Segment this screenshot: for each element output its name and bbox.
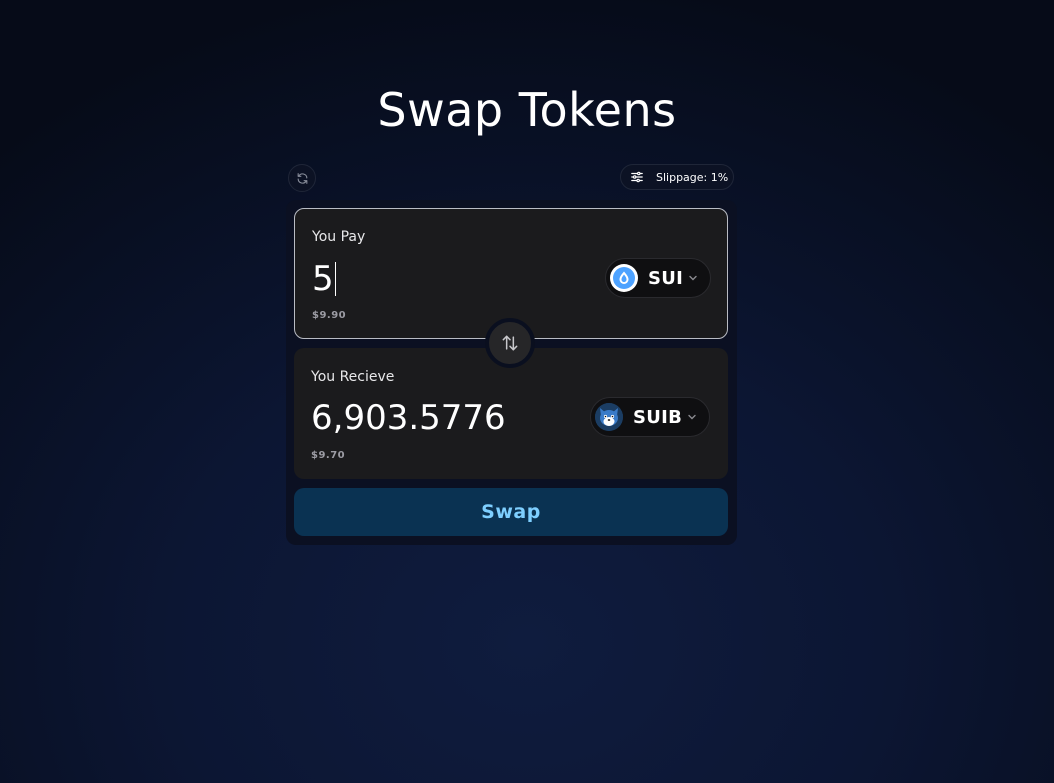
- pay-amount-input[interactable]: 5: [312, 257, 572, 301]
- swap-card: You Pay 5 $9.90 SUI You Recieve 6,903.57…: [286, 200, 737, 545]
- pay-token-select[interactable]: SUI: [605, 258, 711, 298]
- slippage-label: Slippage: 1%: [656, 170, 729, 184]
- switch-tokens-button[interactable]: [485, 318, 535, 368]
- receive-token-select[interactable]: SUIB: [590, 397, 710, 437]
- chevron-down-icon: [688, 273, 698, 283]
- sliders-icon: [631, 171, 643, 183]
- receive-amount-input[interactable]: 6,903.5776: [311, 396, 571, 440]
- page-title: Swap Tokens: [377, 83, 677, 137]
- receive-usd-value: $9.70: [311, 450, 346, 461]
- refresh-icon: [297, 172, 307, 184]
- chevron-down-icon: [687, 412, 697, 422]
- slippage-settings-button[interactable]: Slippage: 1%: [620, 164, 734, 190]
- refresh-button[interactable]: [288, 164, 316, 192]
- pay-label: You Pay: [312, 229, 366, 245]
- swap-arrows-icon: [502, 335, 518, 351]
- toolbar: Slippage: 1%: [288, 164, 734, 192]
- pay-token-symbol: SUI: [648, 267, 684, 289]
- receive-token-symbol: SUIB: [633, 406, 683, 428]
- pay-usd-value: $9.90: [312, 310, 347, 321]
- text-caret: [334, 262, 336, 296]
- shiba-dog-icon: [595, 403, 623, 431]
- pay-amount-value: 5: [312, 259, 334, 299]
- receive-label: You Recieve: [311, 369, 395, 385]
- sui-droplet-icon: [610, 264, 638, 292]
- receive-amount-value: 6,903.5776: [311, 398, 506, 438]
- swap-button[interactable]: Swap: [294, 488, 728, 536]
